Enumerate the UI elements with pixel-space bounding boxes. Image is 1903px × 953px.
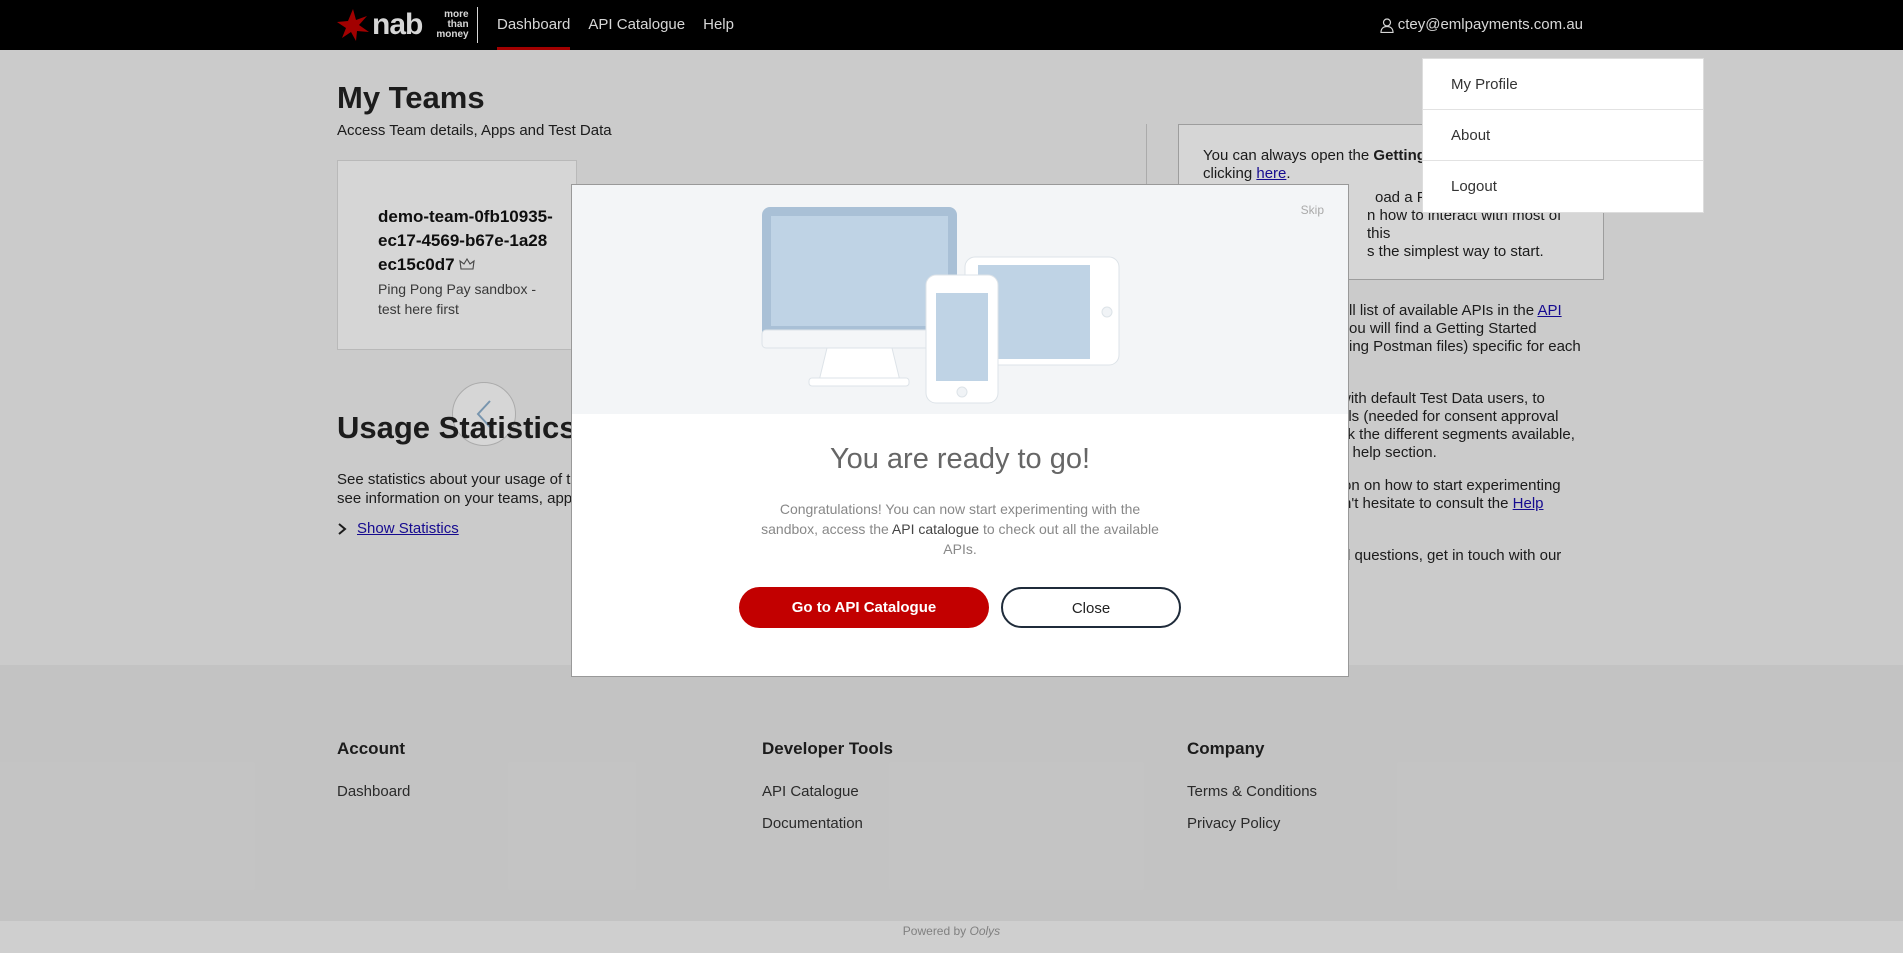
api-catalogue-mention[interactable]: API catalogue [892, 521, 979, 537]
user-dropdown-menu: My Profile About Logout [1422, 58, 1704, 213]
devices-icon [761, 207, 1120, 404]
go-to-api-catalogue-button[interactable]: Go to API Catalogue [739, 587, 989, 628]
menu-item-about[interactable]: About [1423, 110, 1703, 161]
skip-link[interactable]: Skip [1301, 203, 1324, 217]
close-button[interactable]: Close [1001, 587, 1181, 628]
modal-description: Congratulations! You can now start exper… [761, 501, 1159, 557]
devices-illustration: Skip [572, 185, 1348, 414]
onboarding-modal: Skip You are ready to go! Congratulation… [571, 184, 1349, 677]
menu-item-my-profile[interactable]: My Profile [1423, 59, 1703, 110]
menu-item-logout[interactable]: Logout [1423, 161, 1703, 212]
modal-title: You are ready to go! [829, 443, 1091, 475]
